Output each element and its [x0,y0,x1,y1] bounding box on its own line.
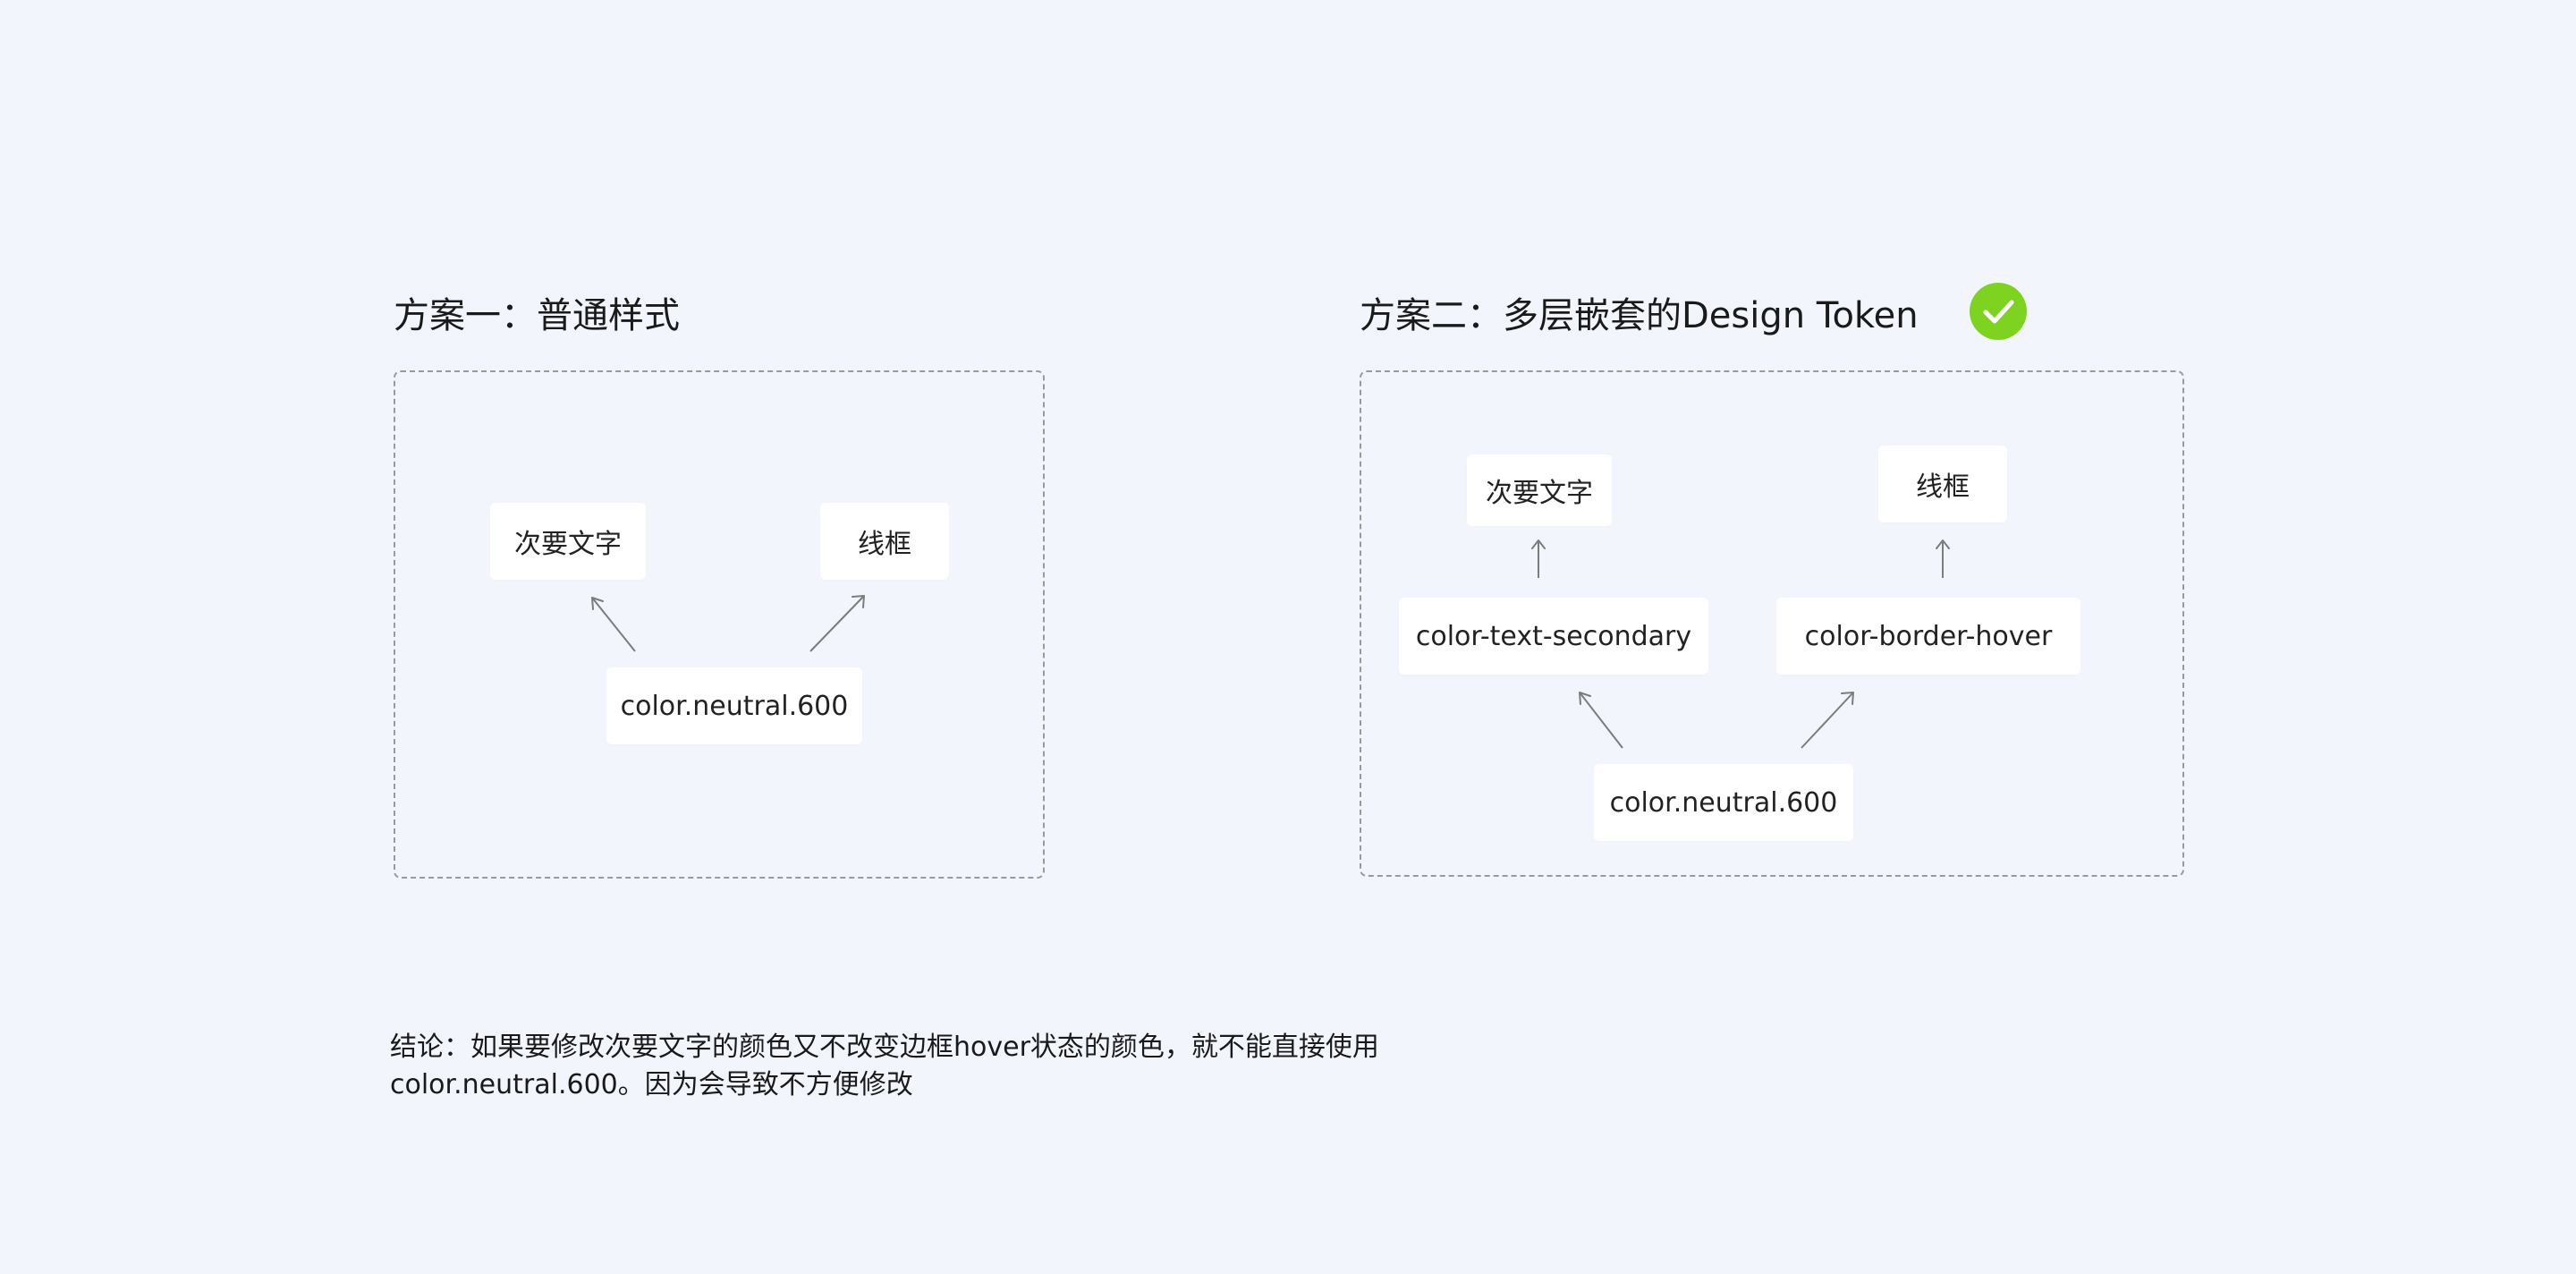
plan-a-panel [394,370,1045,879]
plan-a-node-base-token: color.neutral.600 [606,667,862,744]
plan-b-node-border-token: color-border-hover [1776,598,2080,675]
plan-b-node-secondary-text: 次要文字 [1467,454,1612,526]
check-circle-icon [1970,283,2027,340]
plan-b-node-border: 线框 [1878,446,2007,522]
plan-a-title: 方案一：普通样式 [394,295,680,336]
plan-b-node-base-token: color.neutral.600 [1594,764,1853,841]
conclusion-line-1: 结论：如果要修改次要文字的颜色又不改变边框hover状态的颜色，就不能直接使用 [390,1032,1379,1063]
plan-b-node-text-token: color-text-secondary [1399,598,1708,675]
plan-a-node-border: 线框 [820,503,949,580]
conclusion-line-2: color.neutral.600。因为会导致不方便修改 [390,1069,913,1100]
plan-a-node-secondary-text: 次要文字 [490,503,646,580]
conclusion-text: 结论：如果要修改次要文字的颜色又不改变边框hover状态的颜色，就不能直接使用 … [390,1029,1463,1104]
plan-b-title: 方案二：多层嵌套的Design Token [1360,295,1919,336]
